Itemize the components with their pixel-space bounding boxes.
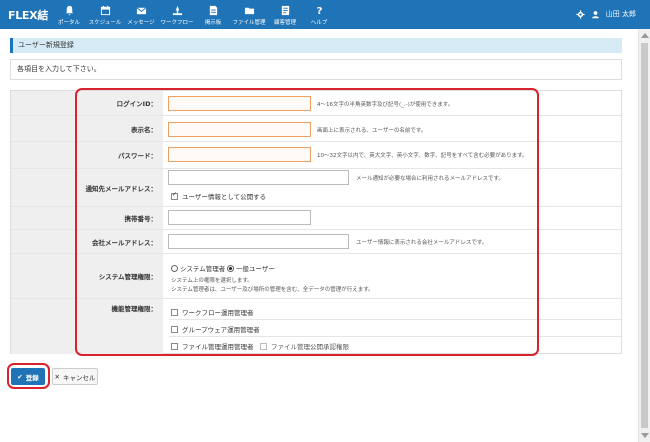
password-label: パスワード： — [11, 142, 163, 168]
row-mobile: 携帯番号： — [11, 207, 621, 230]
nav-message[interactable]: メッセージ — [124, 2, 158, 28]
app-logo[interactable]: FLEX結 — [8, 7, 48, 23]
row-function-role: 機能管理権限： ワークフロー運用管理者 グループウェア運用管理者 ファイル管理運… — [11, 299, 621, 354]
label-file-admin: ファイル管理運用管理者 — [182, 343, 254, 351]
board-icon — [209, 5, 217, 16]
radio-general-user-label: 一般ユーザー — [236, 265, 275, 273]
scroll-down-arrow-icon[interactable] — [641, 433, 649, 438]
nav-workflow[interactable]: ワークフロー — [158, 2, 196, 28]
nav-schedule[interactable]: スケジュール — [86, 2, 124, 28]
svg-text:?: ? — [316, 6, 322, 16]
cancel-button[interactable]: ✕ キャンセル — [52, 368, 98, 385]
mobile-label: 携帯番号： — [11, 207, 163, 229]
row-system-role: システム管理権限： システム管理者 一般ユーザー システム上の権限を選択します。… — [11, 254, 621, 299]
radio-system-admin-label: システム管理者 — [180, 265, 226, 273]
notify-email-label: 通知先メールアドレス： — [11, 169, 163, 206]
page-title: ユーザー新規登録 — [10, 38, 622, 53]
login-id-help: 4～16文字の半角英数字及び記号(_.-)が使用できます。 — [317, 102, 454, 108]
publish-checkbox-label: ユーザー情報として公開する — [182, 193, 267, 201]
login-id-label: ログインID： — [11, 91, 163, 115]
nav-customer[interactable]: 顧客管理 — [268, 2, 302, 28]
notify-email-input[interactable] — [168, 170, 349, 185]
checkbox-workflow-admin[interactable] — [171, 308, 178, 316]
nav-portal[interactable]: ポータル — [52, 2, 86, 28]
settings-gear-icon[interactable] — [576, 9, 585, 19]
company-email-help: ユーザー情報に表示される会社メールアドレスです。 — [356, 240, 488, 246]
bell-icon — [65, 5, 73, 16]
company-email-input[interactable] — [168, 234, 349, 249]
calendar-icon — [100, 5, 110, 16]
checkbox-file-admin[interactable] — [171, 342, 178, 350]
user-registration-form: ログインID： 4～16文字の半角英数字及び記号(_.-)が使用できます。 表示… — [10, 90, 622, 354]
folder-icon — [244, 7, 254, 15]
workflow-icon — [172, 5, 182, 16]
nav-help[interactable]: ? ヘルプ — [302, 2, 336, 28]
check-icon: ✔ — [17, 372, 23, 381]
company-email-label: 会社メールアドレス： — [11, 230, 163, 253]
function-role-label: 機能管理権限： — [11, 299, 163, 354]
radio-system-admin[interactable]: システム管理者 — [171, 263, 225, 273]
checkbox-groupware-admin[interactable] — [171, 325, 178, 333]
system-role-help-2: システム管理者は、ユーザー及び場所の管理を含む、全データの管理が行えます。 — [171, 287, 374, 293]
publish-checkbox[interactable] — [171, 191, 178, 200]
row-display-name: 表示名： 画面上に表示される、ユーザーの名前です。 — [11, 116, 621, 142]
option-groupware-admin[interactable]: グループウェア運用管理者 — [171, 324, 260, 334]
row-notify-email: 通知先メールアドレス： メール通知が必要な場合に利用されるメールアドレスです。 … — [11, 169, 621, 207]
divider — [169, 336, 621, 337]
system-role-label: システム管理権限： — [11, 254, 163, 298]
login-id-input[interactable] — [168, 96, 311, 111]
scroll-thumb[interactable] — [641, 43, 648, 428]
system-role-help-1: システム上の権限を選択します。 — [171, 278, 253, 284]
nav-file-management[interactable]: ファイル管理 — [230, 2, 268, 28]
option-workflow-admin[interactable]: ワークフロー運用管理者 — [171, 307, 254, 317]
help-icon: ? — [316, 6, 322, 16]
label-groupware-admin: グループウェア運用管理者 — [182, 326, 260, 334]
display-name-input[interactable] — [168, 122, 311, 137]
row-password: パスワード： 10～32文字以内で、英大文字、英小文字、数字、記号をすべて含む必… — [11, 142, 621, 169]
divider — [169, 319, 621, 320]
customer-icon — [281, 5, 289, 16]
display-name-help: 画面上に表示される、ユーザーの名前です。 — [317, 128, 427, 134]
scroll-up-arrow-icon[interactable] — [641, 33, 649, 38]
user-icon — [591, 10, 599, 18]
mail-icon — [136, 7, 146, 15]
row-company-email: 会社メールアドレス： ユーザー情報に表示される会社メールアドレスです。 — [11, 230, 621, 254]
radio-general-user[interactable]: 一般ユーザー — [227, 263, 275, 273]
radio-general-user-button[interactable] — [227, 264, 234, 272]
password-input[interactable] — [168, 147, 311, 162]
mobile-input[interactable] — [168, 210, 311, 225]
display-name-label: 表示名： — [11, 116, 163, 141]
page-scrollbar[interactable] — [638, 29, 650, 442]
option-file-admin[interactable]: ファイル管理運用管理者 — [171, 341, 254, 351]
instruction-notice: 各項目を入力して下さい。 — [10, 59, 622, 80]
main-nav: ポータル スケジュール メッセージ ワークフロー 掲示板 ファイル管理 顧客管理… — [52, 2, 336, 28]
notify-email-help: メール通知が必要な場合に利用されるメールアドレスです。 — [356, 176, 504, 182]
nav-board[interactable]: 掲示板 — [196, 2, 230, 28]
radio-system-admin-button[interactable] — [171, 264, 178, 272]
label-workflow-admin: ワークフロー運用管理者 — [182, 309, 254, 317]
row-login-id: ログインID： 4～16文字の半角英数字及び記号(_.-)が使用できます。 — [11, 91, 621, 116]
option-file-publish-approval[interactable]: ファイル管理公開承認権限 — [260, 341, 349, 351]
label-file-publish-approval: ファイル管理公開承認権限 — [271, 343, 349, 351]
publish-checkbox-option[interactable]: ユーザー情報として公開する — [171, 191, 266, 201]
checkbox-file-publish-approval[interactable] — [260, 342, 267, 350]
password-help: 10～32文字以内で、英大文字、英小文字、数字、記号をすべて含む必要があります。 — [317, 153, 528, 159]
close-icon: ✕ — [54, 372, 60, 381]
top-navigation-bar: FLEX結 ポータル スケジュール メッセージ ワークフロー 掲示板 ファイル管… — [0, 0, 650, 29]
save-button[interactable]: ✔ 登録 — [11, 368, 45, 385]
user-menu[interactable]: 山田 太郎 — [576, 9, 636, 19]
user-name: 山田 太郎 — [605, 10, 636, 18]
